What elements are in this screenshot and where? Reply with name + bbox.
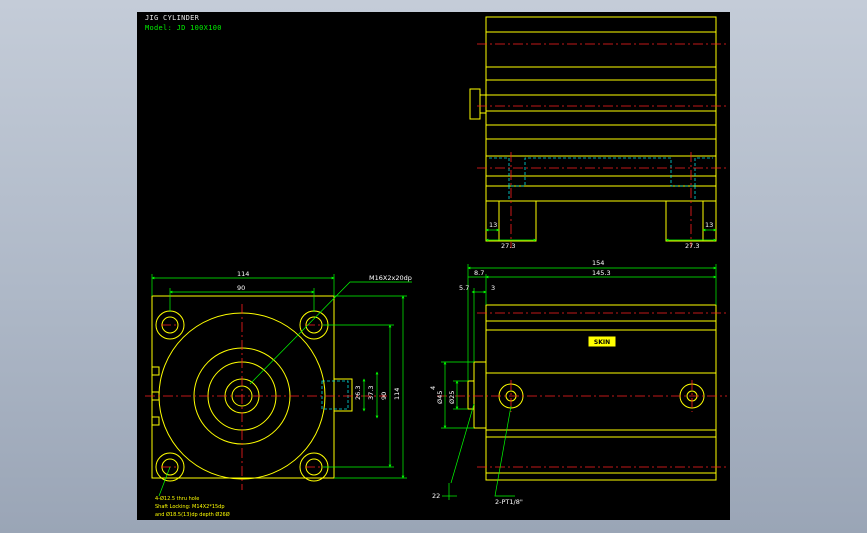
drawing-canvas: JIG CYLINDER Model: JD 100X100 13 27.3 1… <box>137 12 730 520</box>
front-centerlines <box>145 304 387 490</box>
dim-text: 4 <box>429 386 437 390</box>
dim-text: 22 <box>432 492 440 500</box>
top-view <box>467 304 717 481</box>
dim-text: 90 <box>380 392 388 400</box>
leader-hole <box>158 466 171 497</box>
thread-callout: M16X2x20dp <box>369 274 412 282</box>
dim-text: 114 <box>393 388 401 400</box>
side-hidden-profile <box>489 157 713 187</box>
side-dim-text: 13 27.3 13 27.3 <box>489 221 713 250</box>
dim-text: 3 <box>491 284 495 292</box>
dim-text: 27.3 <box>501 242 515 250</box>
side-body <box>485 79 717 157</box>
side-lower-block <box>485 155 717 202</box>
dim-text: Ø45 <box>436 391 444 404</box>
side-centerlines <box>477 43 727 248</box>
leader-thread <box>249 281 412 385</box>
dim-text: 145.3 <box>592 269 611 277</box>
front-dimensions <box>151 274 412 497</box>
front-hidden-port <box>321 380 349 410</box>
dim-text: 114 <box>237 270 249 278</box>
dim-text: Ø25 <box>448 391 456 404</box>
dim-text: 154 <box>592 259 604 267</box>
cad-drawing: 13 27.3 13 27.3 114 90 M16X2x20dp 26.3 3… <box>145 16 727 518</box>
side-view <box>469 16 717 242</box>
dim-text: 90 <box>237 284 245 292</box>
side-dimensions <box>485 228 717 242</box>
side-head-block <box>485 16 717 81</box>
top-centerlines <box>437 312 727 468</box>
side-nub-inner <box>479 94 487 114</box>
top-body-outline <box>485 304 717 481</box>
top-rod-end <box>473 361 487 429</box>
dim-text: 26.3 <box>354 386 362 400</box>
note-line: 4-Ø12.5 thru hole <box>155 495 199 502</box>
front-hidden-lines <box>321 380 349 410</box>
leader-rod <box>450 403 475 484</box>
top-label-plate-text: SKIN <box>594 339 610 346</box>
dim-text: 13 <box>705 221 713 229</box>
dim-text: 8.7 <box>474 269 484 277</box>
dim-text: 5.7 <box>459 284 469 292</box>
front-port-boss <box>333 378 353 412</box>
top-rod-tip <box>467 380 475 410</box>
side-hidden-lines <box>489 157 713 201</box>
front-notes: 4-Ø12.5 thru hole Shaft Locking: M14X2*1… <box>155 495 230 518</box>
dim-text: 37.3 <box>367 386 375 400</box>
dim-text: 13 <box>489 221 497 229</box>
note-line: Shaft Locking: M14X2*15dp <box>155 504 225 510</box>
note-line: and Ø18.5(13)dp depth Ø26Ø <box>155 511 230 518</box>
leader-port <box>494 405 515 497</box>
front-notch <box>152 366 160 376</box>
top-label-plate: SKIN <box>588 336 616 347</box>
side-nub <box>469 88 481 120</box>
top-dim-text: 154 145.3 8.7 5.7 3 Ø45 Ø25 4 22 2-PT1/8… <box>429 259 611 506</box>
port-callout: 2-PT1/8" <box>495 498 523 506</box>
front-notch <box>152 416 160 426</box>
top-dimensions <box>441 264 717 500</box>
dim-text: 27.3 <box>685 242 699 250</box>
